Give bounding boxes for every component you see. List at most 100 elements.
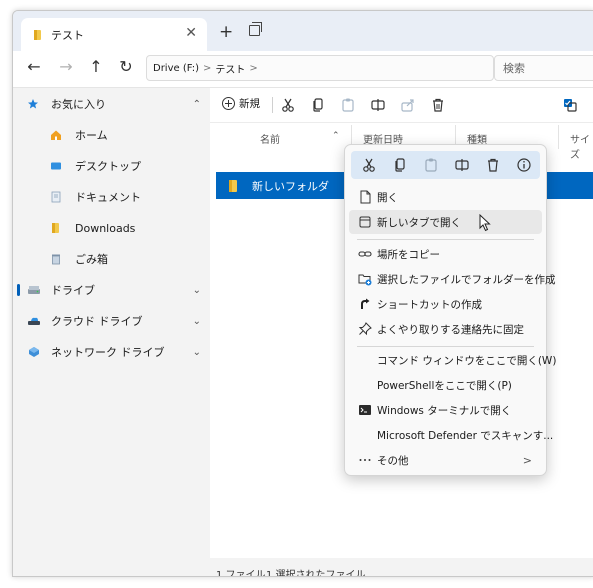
chevron-up-icon[interactable]: ⌃ [193, 99, 201, 110]
menu-item-open-in-new-tab[interactable]: 新しいタブで開く [349, 210, 542, 234]
breadcrumb-separator: > [249, 62, 258, 74]
refresh-button[interactable]: ↻ [115, 57, 137, 76]
menu-item-new-folder-with-selection[interactable]: 選択したファイルでフォルダーを作成 [349, 267, 556, 291]
chevron-down-icon[interactable]: ⌄ [193, 316, 201, 327]
menu-item-more[interactable]: その他 > [349, 448, 542, 472]
menu-item-open[interactable]: 開く [349, 185, 542, 209]
menu-item-defender-scan[interactable]: Microsoft Defender でスキャンす... [349, 423, 553, 447]
menu-item-label: その他 [377, 454, 409, 467]
menu-item-open-command-window[interactable]: コマンド ウィンドウをここで開く(W) [349, 348, 556, 372]
command-bar: 新規 [210, 88, 593, 123]
search-input[interactable]: 検索 [494, 55, 593, 81]
document-icon [51, 191, 61, 203]
share-icon[interactable] [400, 97, 416, 113]
network-drive-icon [29, 347, 39, 357]
menu-separator [357, 346, 534, 347]
mouse-cursor-icon [479, 214, 491, 232]
copy-icon[interactable] [392, 157, 408, 173]
rename-icon[interactable] [454, 157, 470, 173]
column-separator[interactable] [558, 125, 559, 149]
plus-icon [222, 97, 235, 110]
open-file-icon [360, 190, 371, 204]
star-icon [28, 99, 38, 109]
paste-icon[interactable] [340, 97, 356, 113]
folder-add-icon [358, 274, 372, 286]
close-icon[interactable]: ✕ [185, 25, 197, 41]
sidebar-item-label: ドキュメント [75, 191, 141, 204]
new-button[interactable]: 新規 [222, 96, 260, 111]
delete-icon[interactable] [430, 97, 446, 113]
recycle-bin-icon [52, 254, 60, 265]
breadcrumb-drive[interactable]: Drive (F:) [153, 63, 199, 74]
menu-item-label: 開く [377, 191, 398, 204]
context-menu-quick-actions [351, 151, 540, 179]
context-menu: 開く 新しいタブで開く 場所をコピー 選択したファイルでフォルダーを作成 ショー… [344, 144, 556, 476]
new-button-label: 新規 [239, 98, 260, 110]
menu-item-label: よくやり取りする連絡先に固定 [377, 323, 524, 336]
new-tab-button[interactable]: + [219, 22, 233, 42]
delete-icon[interactable] [485, 157, 501, 173]
column-header-size[interactable]: サイズ [570, 131, 593, 161]
sidebar-item-label: ドライブ [51, 284, 95, 297]
menu-item-label: 新しいタブで開く [377, 216, 461, 229]
rename-icon[interactable] [370, 97, 386, 113]
menu-item-label: Windows ターミナルで開く [377, 404, 512, 417]
select-icon[interactable] [562, 97, 578, 113]
back-button[interactable]: ← [23, 57, 45, 76]
sidebar-item-label: ネットワーク ドライブ [51, 346, 165, 359]
sidebar-item-network-drives[interactable]: ネットワーク ドライブ ⌄ [13, 338, 209, 366]
navigation-pane: お気に入り ⌃ ホーム デスクトップ ドキュメント Downloads ごみ箱 … [13, 88, 209, 558]
home-icon [51, 130, 61, 140]
status-bar: 1 ファイル 1 選択されたファイル [210, 563, 593, 577]
tab-strip: テスト ✕ + [13, 11, 593, 51]
menu-item-open-powershell[interactable]: PowerShellをここで開く(P) [349, 373, 542, 397]
breadcrumb-folder[interactable]: テスト [215, 61, 245, 76]
breadcrumb-separator: > [203, 62, 212, 74]
tab-test[interactable]: テスト ✕ [21, 18, 207, 51]
terminal-icon [359, 405, 371, 415]
cut-icon[interactable] [280, 97, 296, 113]
chevron-right-icon: > [522, 453, 532, 467]
menu-item-open-in-terminal[interactable]: Windows ターミナルで開く [349, 398, 542, 422]
chevron-down-icon[interactable]: ⌄ [193, 285, 201, 296]
sidebar-item-cloud-drives[interactable]: クラウド ドライブ ⌄ [13, 307, 209, 335]
desktop-icon [51, 162, 61, 170]
sidebar-item-desktop[interactable]: デスクトップ [13, 152, 209, 180]
forward-button[interactable]: → [55, 57, 77, 76]
drive-icon [28, 286, 40, 294]
sidebar-item-label: お気に入り [51, 98, 106, 111]
sidebar-item-documents[interactable]: ドキュメント [13, 183, 209, 211]
new-tab-icon [359, 216, 371, 228]
properties-icon[interactable] [516, 157, 532, 173]
menu-item-label: 場所をコピー [377, 248, 440, 261]
search-placeholder: 検索 [503, 62, 525, 75]
sidebar-item-favorites[interactable]: お気に入り ⌃ [13, 90, 209, 118]
sidebar-item-home[interactable]: ホーム [13, 121, 209, 149]
cloud-drive-icon [28, 317, 40, 325]
link-icon [358, 251, 372, 257]
menu-item-label: コマンド ウィンドウをここで開く(W) [377, 354, 557, 367]
more-icon [359, 459, 371, 461]
menu-item-label: Microsoft Defender でスキャンす... [377, 429, 554, 442]
menu-item-copy-path[interactable]: 場所をコピー [349, 242, 542, 266]
pin-icon [358, 322, 372, 336]
menu-item-create-shortcut[interactable]: ショートカットの作成 [349, 292, 542, 316]
sidebar-item-label: ホーム [75, 129, 108, 142]
sidebar-item-recycle-bin[interactable]: ごみ箱 [13, 245, 209, 273]
folder-icon [229, 179, 237, 192]
paste-icon[interactable] [423, 157, 439, 173]
status-item-count: 1 ファイル [216, 570, 266, 577]
up-button[interactable]: ↑ [85, 57, 107, 76]
folder-icon [34, 29, 41, 40]
sidebar-item-drives[interactable]: ドライブ ⌄ [13, 276, 209, 304]
menu-item-pin-to-contacts[interactable]: よくやり取りする連絡先に固定 [349, 317, 542, 341]
column-header-name[interactable]: 名前 [260, 131, 280, 146]
sidebar-item-downloads[interactable]: Downloads [13, 214, 209, 242]
menu-separator [357, 239, 534, 240]
address-bar[interactable]: Drive (F:) > テスト > [146, 55, 494, 81]
copy-icon[interactable] [310, 97, 326, 113]
chevron-down-icon[interactable]: ⌄ [193, 347, 201, 358]
sidebar-item-label: デスクトップ [75, 160, 141, 173]
tab-list-icon[interactable] [249, 22, 262, 36]
cut-icon[interactable] [361, 157, 377, 173]
